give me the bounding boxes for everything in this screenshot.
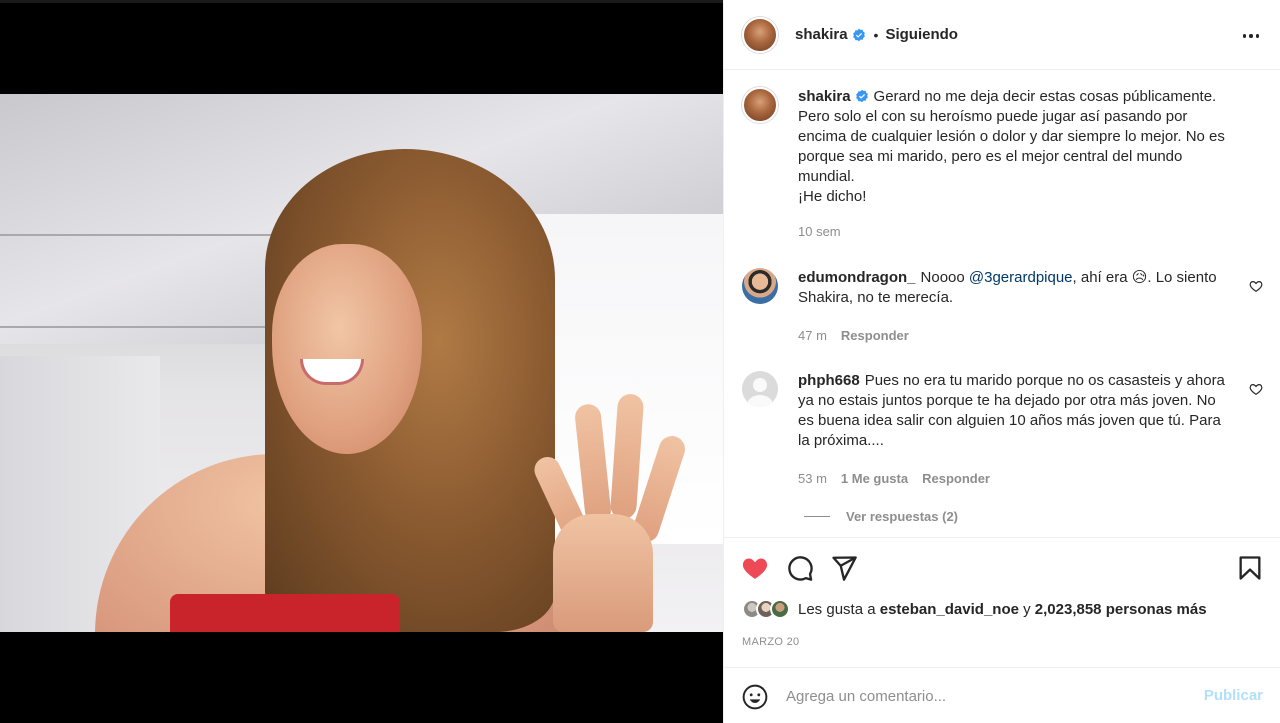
comment-text-part: es buena idea salir con alguien 10 años … xyxy=(798,412,1221,429)
likes-connector: y xyxy=(1018,600,1035,618)
comment-age[interactable]: 53 m xyxy=(798,469,827,489)
comment-text-part: Pues no era tu marido porque no os casas… xyxy=(864,372,1225,389)
comment-text-part: Shakira, no te merecía. xyxy=(798,289,954,306)
comment-icon[interactable] xyxy=(786,554,814,582)
caption-line: Gerard no me deja decir estas cosas públ… xyxy=(873,88,1217,105)
comments-list[interactable]: shakira Gerard no me deja decir estas co… xyxy=(724,71,1280,537)
comment-item: edumondragon_ Noooo @3gerardpique, ahí er… xyxy=(742,268,1263,346)
comment-meta: 47 m Responder xyxy=(798,326,1238,346)
caption-line: encima de cualquier lesión o dolor y dar… xyxy=(798,128,1225,145)
comment-text-part: Noooo xyxy=(920,269,969,286)
reply-button[interactable]: Responder xyxy=(841,326,909,346)
caption-age[interactable]: 10 sem xyxy=(798,222,841,242)
comment-text-part: ya no estais juntos porque te ha dejado … xyxy=(798,392,1216,409)
comment-like-heart-icon[interactable] xyxy=(1249,382,1263,396)
reply-button[interactable]: Responder xyxy=(922,469,990,489)
author-username[interactable]: shakira xyxy=(795,26,848,43)
emoji-icon[interactable] xyxy=(742,684,768,710)
following-button[interactable]: Siguiendo xyxy=(885,26,958,43)
photo-person-face xyxy=(272,244,422,454)
verified-badge-icon xyxy=(852,28,865,41)
view-replies-label: Ver respuestas (2) xyxy=(846,509,959,524)
comment-age[interactable]: 47 m xyxy=(798,326,827,346)
liker-avatars xyxy=(742,599,790,619)
caption-text: shakira Gerard no me deja decir estas co… xyxy=(798,87,1238,242)
post-media[interactable] xyxy=(0,0,723,723)
heart-icon[interactable] xyxy=(741,554,769,582)
comment-username[interactable]: phph668 xyxy=(798,372,860,389)
publish-button[interactable]: Publicar xyxy=(1204,687,1263,704)
view-replies-line xyxy=(804,516,830,517)
caption-username[interactable]: shakira xyxy=(798,88,851,105)
comment-like-heart-icon[interactable] xyxy=(1249,279,1263,293)
view-replies-button[interactable]: Ver respuestas (2) xyxy=(804,509,958,524)
verified-badge-icon xyxy=(855,89,868,103)
comment-likes-count[interactable]: 1 Me gusta xyxy=(841,469,908,489)
photo-person-dress xyxy=(170,594,400,632)
comment-text: phph668 Pues no era tu marido porque no o… xyxy=(798,371,1238,489)
likes-prefix: Les gusta a xyxy=(798,600,880,618)
post-header: shakira • Siguiendo xyxy=(724,0,1280,70)
likes-summary: Les gusta a esteban_david_noe y 2,023,85… xyxy=(742,599,1207,619)
top-strip xyxy=(0,0,723,3)
post-date[interactable]: MARZO 20 xyxy=(742,636,799,648)
comment-text-part: , ahí era 😥. Lo siento xyxy=(1072,269,1217,286)
post-details-panel: shakira • Siguiendo shakira Gerard no me… xyxy=(723,0,1280,723)
author-avatar[interactable] xyxy=(742,87,778,123)
post-photo xyxy=(0,94,723,632)
caption-meta: 10 sem xyxy=(798,222,1238,242)
commenter-avatar[interactable] xyxy=(742,371,778,407)
likes-count[interactable]: 2,023,858 personas más xyxy=(1035,601,1207,618)
comment-username[interactable]: edumondragon_ xyxy=(798,269,916,286)
comment-composer: Publicar xyxy=(724,667,1280,723)
caption-line: porque sea mi marido, pero es el mejor c… xyxy=(798,148,1183,165)
separator-dot: • xyxy=(873,26,879,43)
bookmark-icon[interactable] xyxy=(1236,554,1264,582)
commenter-avatar[interactable] xyxy=(742,268,778,304)
caption-line: mundial. xyxy=(798,168,855,185)
comment-input[interactable] xyxy=(786,682,1186,710)
mention-link[interactable]: @3gerardpique xyxy=(969,269,1073,286)
comment-item: phph668 Pues no era tu marido porque no o… xyxy=(742,371,1263,489)
share-icon[interactable] xyxy=(830,554,858,582)
comment-text-part: la próxima.... xyxy=(798,432,884,449)
comment-meta: 53 m 1 Me gusta Responder xyxy=(798,469,1238,489)
post-actions: Les gusta a esteban_david_noe y 2,023,85… xyxy=(724,537,1280,667)
author-avatar[interactable] xyxy=(742,16,778,53)
caption-line: ¡He dicho! xyxy=(798,188,867,205)
photo-person-hand xyxy=(530,393,689,632)
caption-line: Pero solo el con su heroísmo puede jugar… xyxy=(798,108,1188,125)
comment-text: edumondragon_ Noooo @3gerardpique, ahí er… xyxy=(798,268,1238,346)
caption: shakira Gerard no me deja decir estas co… xyxy=(742,87,1262,242)
liker-avatar[interactable] xyxy=(770,599,790,619)
liker-username[interactable]: esteban_david_noe xyxy=(880,601,1019,618)
more-options-icon[interactable] xyxy=(1239,24,1263,48)
